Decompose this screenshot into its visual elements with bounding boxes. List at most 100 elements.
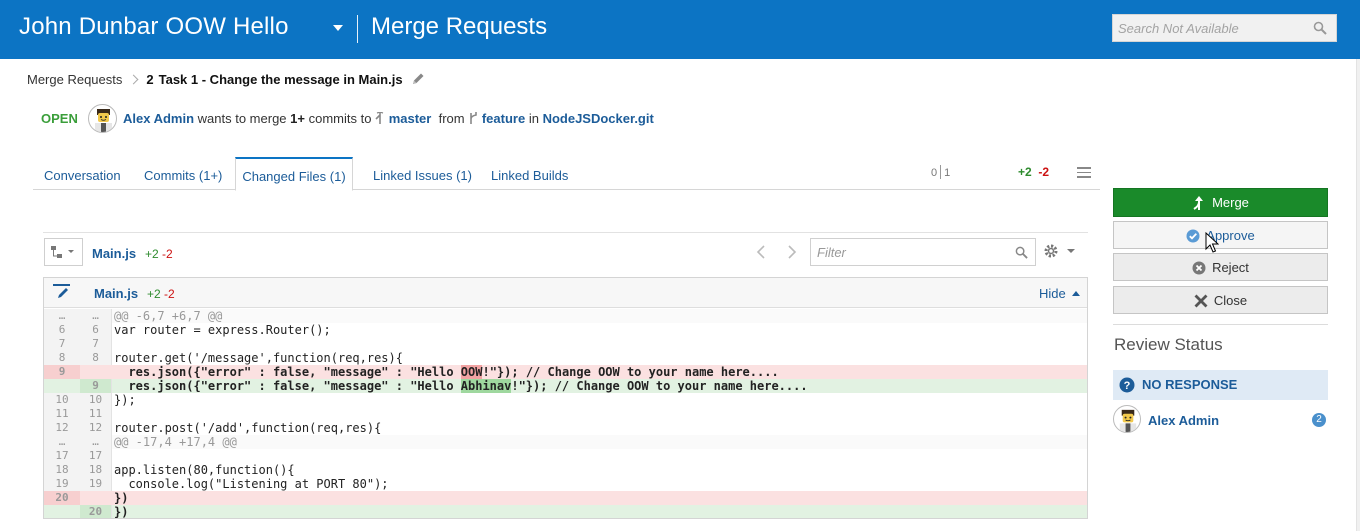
code-text: var router = express.Router(); — [114, 323, 331, 337]
total-removed: -2 — [1038, 165, 1050, 179]
collapse-icon — [1071, 291, 1080, 296]
diff-hunk-header: …… @@ -6,7 +6,7 @@ — [44, 309, 1087, 323]
diff-added: +2 — [147, 287, 161, 301]
source-branch-link[interactable]: feature — [482, 111, 525, 126]
code-text: res.json({"error" : false, "message" : "… — [114, 365, 779, 379]
new-line-number: … — [80, 309, 112, 323]
file-tree-button[interactable] — [44, 238, 83, 266]
reject-label: Reject — [1212, 260, 1249, 275]
new-line-number: 12 — [80, 421, 112, 435]
menu-icon[interactable] — [1077, 167, 1091, 181]
diff-line: 20}) — [44, 505, 1087, 518]
approve-button[interactable]: Approve — [1113, 221, 1328, 249]
target-branch-link[interactable]: master — [389, 111, 432, 126]
global-search[interactable] — [1112, 14, 1337, 42]
tab-commits[interactable]: Commits (1+) — [144, 157, 222, 190]
file-tree-icon — [51, 246, 74, 258]
review-status-label: NO RESPONSE — [1142, 377, 1238, 392]
diff-file-link[interactable]: Main.js — [94, 286, 138, 301]
total-added: +2 — [1018, 165, 1032, 179]
total-stats: +2 -2 — [1018, 165, 1049, 179]
merge-info-line: Alex Admin wants to merge 1+ commits to … — [123, 111, 654, 126]
edit-pencil-icon[interactable] — [411, 72, 425, 86]
code-after-change: !"}); // Change OOW to your name here...… — [482, 365, 779, 379]
code-text: }); — [114, 393, 136, 407]
changed-word-highlight: Abhinav — [460, 379, 512, 393]
reviewer-avatar[interactable] — [1113, 405, 1141, 433]
next-file-icon[interactable] — [782, 243, 800, 261]
repository-link[interactable]: NodeJSDocker.git — [543, 111, 654, 126]
mouse-cursor-icon — [1205, 232, 1219, 253]
new-line-number: 8 — [80, 351, 112, 365]
reject-button[interactable]: Reject — [1113, 253, 1328, 281]
reviewer-count-badge: 2 — [1312, 413, 1326, 427]
author-link[interactable]: Alex Admin — [123, 111, 194, 126]
code-text: @@ -17,4 +17,4 @@ — [114, 435, 237, 449]
filter-input[interactable] — [811, 239, 1006, 265]
tab-changed-files[interactable]: Changed Files (1) — [235, 157, 353, 191]
breadcrumb: Merge Requests 2 Task 1 - Change the messa… — [27, 72, 425, 87]
old-line-number: 12 — [44, 421, 80, 435]
code-after-change: !"}); // Change OOW to your name here...… — [511, 379, 808, 393]
gear-icon[interactable] — [1043, 243, 1077, 261]
previous-file-icon[interactable] — [753, 243, 771, 261]
diff-line: 9 res.json({"error" : false, "message" :… — [44, 379, 1087, 393]
project-dropdown-caret-icon[interactable] — [333, 25, 343, 31]
diff-file-stats: +2 -2 — [147, 287, 175, 301]
view-toggle-right[interactable]: 1 — [944, 167, 950, 179]
close-button[interactable]: Close — [1113, 286, 1328, 314]
old-line-number: … — [44, 309, 80, 323]
tab-conversation[interactable]: Conversation — [44, 157, 121, 190]
new-line-number: 20 — [80, 505, 112, 518]
view-toggle-left[interactable]: 0 — [931, 167, 937, 179]
new-line-number: 7 — [80, 337, 112, 351]
breadcrumb-merge-requests-link[interactable]: Merge Requests — [27, 72, 122, 87]
diff-hunk-header: …… @@ -17,4 +17,4 @@ — [44, 435, 1087, 449]
new-line-number: 10 — [80, 393, 112, 407]
old-line-number: 11 — [44, 407, 80, 421]
file-link[interactable]: Main.js — [92, 246, 136, 261]
check-circle-icon — [1186, 229, 1200, 243]
view-toggle[interactable]: 01 — [931, 165, 950, 179]
old-line-number: … — [44, 435, 80, 449]
code-text: router.get('/message',function(req,res){ — [114, 351, 403, 365]
code-before-change: res.json({"error" : false, "message" : "… — [114, 379, 461, 393]
diff-panel: Main.js +2 -2 Hide …… @@ -6,7 +6,7 @@ 6 6 va… — [43, 277, 1088, 519]
old-line-number: 20 — [44, 491, 80, 505]
old-line-number: 18 — [44, 463, 80, 477]
merge-button[interactable]: Merge — [1113, 188, 1328, 217]
diff-line: 77 — [44, 337, 1087, 351]
new-line-number: 17 — [80, 449, 112, 463]
search-icon[interactable] — [1015, 246, 1028, 259]
new-line-number: 18 — [80, 463, 112, 477]
page-title: Merge Requests — [371, 13, 548, 40]
diff-removed: -2 — [164, 287, 175, 301]
diff-line: 19 19 console.log("Listening at PORT 80")… — [44, 477, 1087, 491]
files-toolbar: Main.js +2 -2 — [43, 232, 1088, 272]
panel-divider — [1113, 324, 1328, 325]
diff-line: 6 6 var router = express.Router(); — [44, 323, 1087, 337]
commits-count: 1+ — [290, 111, 305, 126]
merge-request-title: Task 1 - Change the message in Main.js — [158, 72, 403, 87]
diff-line: 11 11 — [44, 407, 1087, 421]
filter-box[interactable] — [810, 238, 1036, 266]
lego-avatar-icon — [95, 109, 112, 132]
branch-fork-icon — [470, 112, 478, 124]
tab-linked-issues[interactable]: Linked Issues (1) — [373, 157, 472, 190]
reviewer-name-link[interactable]: Alex Admin — [1148, 413, 1219, 428]
project-name[interactable]: John Dunbar OOW Hello — [19, 13, 289, 41]
hide-diff-button[interactable]: Hide — [1039, 286, 1080, 301]
diff-lines: …… @@ -6,7 +6,7 @@ 6 6 var router = express.… — [44, 309, 1087, 518]
diff-line: 12 12 router.post('/add',function(req,res)… — [44, 421, 1087, 435]
file-stats: +2 -2 — [145, 247, 173, 261]
new-line-number: 11 — [80, 407, 112, 421]
page-scrollbar[interactable] — [1356, 59, 1360, 531]
tab-linked-builds[interactable]: Linked Builds — [491, 157, 568, 190]
search-icon[interactable] — [1313, 21, 1327, 35]
new-line-number: … — [80, 435, 112, 449]
old-line-number: 19 — [44, 477, 80, 491]
author-avatar[interactable] — [88, 104, 117, 133]
old-line-number: 17 — [44, 449, 80, 463]
search-input[interactable] — [1113, 15, 1303, 41]
header-divider — [357, 15, 358, 43]
